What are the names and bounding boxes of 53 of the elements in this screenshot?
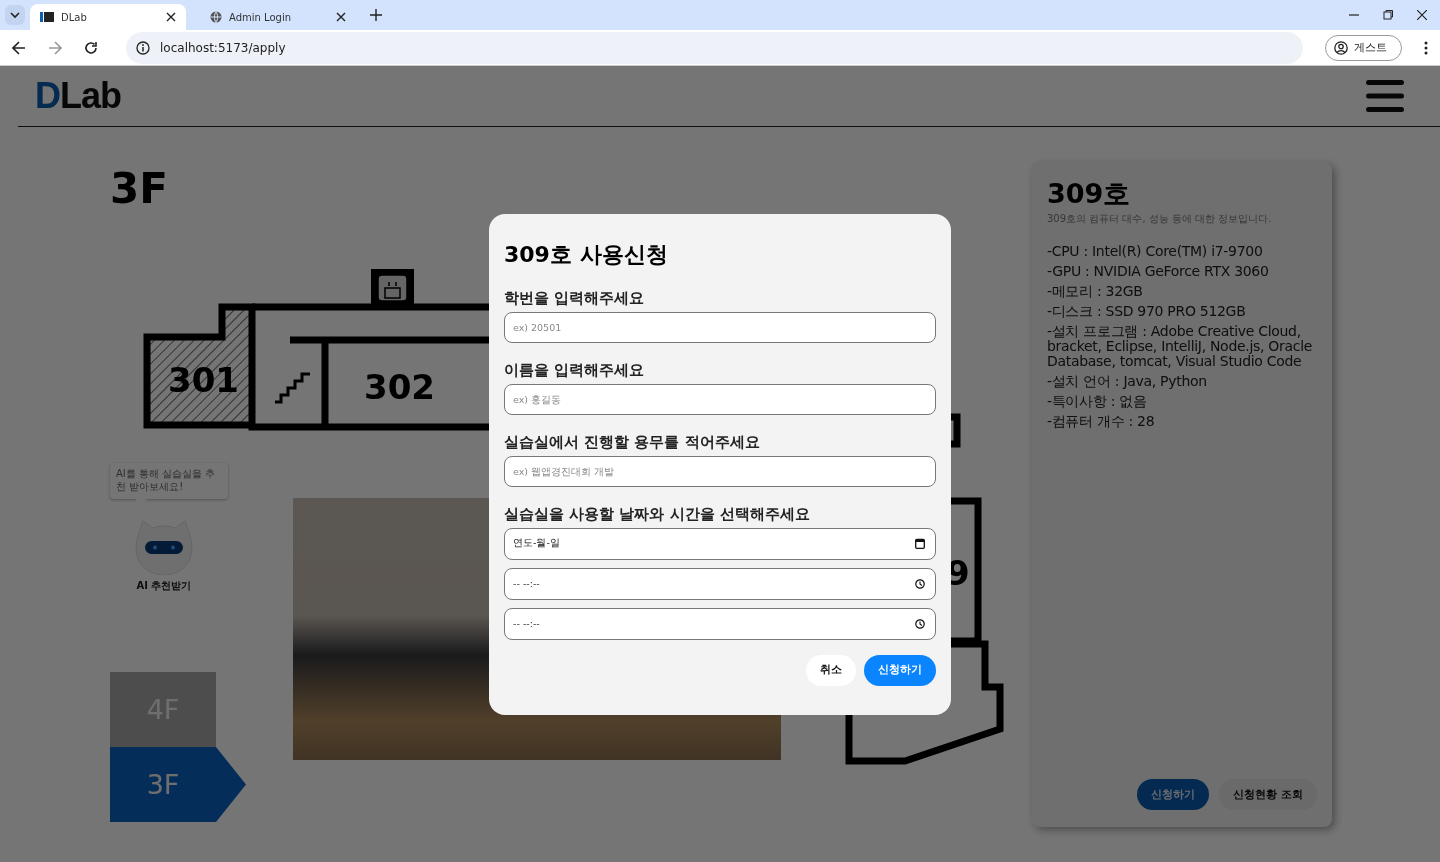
robot-icon: [133, 519, 195, 575]
forward-arrow-icon[interactable]: [48, 40, 62, 55]
room-label: 302: [364, 367, 435, 407]
tab-list-icon[interactable]: [5, 5, 25, 25]
browser-tab[interactable]: Admin Login: [200, 4, 356, 30]
close-icon[interactable]: [1417, 10, 1427, 20]
time-field[interactable]: -- --:--: [504, 567, 936, 600]
logo-icon: [40, 11, 54, 23]
close-icon[interactable]: [336, 12, 346, 22]
date-field[interactable]: 연도-월-일: [504, 527, 936, 560]
spec-text: -설치 언어 : Java, Python: [1047, 374, 1208, 389]
modal-title: 309호 사용신청: [504, 240, 669, 269]
globe-icon: [210, 11, 222, 23]
logo[interactable]: DLab: [35, 75, 121, 117]
restore-icon[interactable]: [1383, 10, 1393, 20]
address-bar[interactable]: localhost:5173/apply: [126, 31, 1303, 64]
room-label: 301: [168, 360, 239, 400]
spec-text: -특이사항 : 없음: [1047, 394, 1148, 409]
clock-icon[interactable]: [915, 618, 925, 629]
field-label: 실습실을 사용할 날짜와 시간을 선택해주세요: [504, 503, 811, 524]
spec-text: -GPU : NVIDIA GeForce RTX 3060: [1047, 264, 1270, 279]
status-button[interactable]: 신청현황 조회: [1219, 779, 1317, 810]
back-arrow-icon[interactable]: [12, 40, 26, 55]
more-menu-icon[interactable]: [1424, 40, 1428, 55]
field-label: 이름을 입력해주세요: [504, 359, 646, 380]
input-field[interactable]: ex) 웹앱경진대회 개발: [504, 455, 936, 487]
calendar-icon[interactable]: [915, 538, 925, 549]
field-label: 학번을 입력해주세요: [504, 287, 646, 308]
spec-text: -CPU : Intel(R) Core(TM) i7-9700: [1047, 244, 1264, 259]
new-tab-icon[interactable]: [370, 9, 382, 21]
room-title: 309호: [1047, 178, 1132, 210]
person-icon: [1334, 40, 1348, 55]
reload-icon[interactable]: [84, 40, 98, 55]
stairs-icon: [275, 372, 310, 404]
field-label: 실습실에서 진행할 용무를 적어주세요: [504, 431, 761, 452]
info-icon[interactable]: [136, 40, 150, 55]
clock-icon[interactable]: [915, 578, 925, 589]
floor-title: 3F: [110, 165, 168, 213]
profile-button[interactable]: 게스트: [1325, 34, 1402, 61]
menu-icon[interactable]: [1366, 80, 1404, 112]
close-icon[interactable]: [166, 12, 176, 22]
input-field[interactable]: ex) 홍길동: [504, 383, 936, 415]
browser-tab[interactable]: DLab: [30, 4, 186, 30]
ai-recommend-button[interactable]: AI 추천받기: [110, 519, 218, 593]
elevator-icon: [371, 269, 414, 305]
time-field[interactable]: -- --:--: [504, 607, 936, 640]
submit-button[interactable]: 신청하기: [864, 654, 936, 686]
cancel-button[interactable]: 취소: [806, 654, 856, 686]
input-field[interactable]: ex) 20501: [504, 311, 936, 343]
spec-text: -설치 프로그램 : Adobe Creative Cloud, bracket, Eclipse, IntelliJ, Node.js, Oracle Database, tomcat, Visual Studio Code: [1047, 324, 1314, 369]
spec-text: -컴퓨터 개수 : 28: [1047, 414, 1156, 429]
spec-text: -디스크 : SSD 970 PRO 512GB: [1047, 304, 1247, 319]
spec-text: -메모리 : 32GB: [1047, 284, 1144, 299]
